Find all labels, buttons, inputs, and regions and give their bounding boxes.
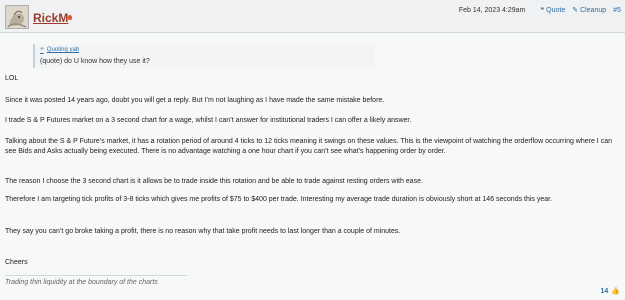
post-paragraph: They say you can’t go broke taking a pro… — [5, 228, 401, 235]
cleanup-label: Cleanup — [580, 6, 607, 14]
post-paragraph: Talking about the S & P Future’s market,… — [5, 138, 612, 155]
cleanup-icon: ✎ — [572, 7, 579, 14]
post-number-link[interactable]: #5 — [613, 7, 621, 14]
post-paragraph: Since it was posted 14 years ago, doubt … — [5, 97, 385, 104]
flame-icon — [68, 15, 72, 20]
username-link[interactable]: RickM — [33, 11, 68, 25]
post-paragraph: LOL — [5, 75, 19, 82]
thumbs-up-icon[interactable]: 👍 — [611, 287, 620, 295]
quote-label: Quote — [546, 6, 566, 14]
quote-block: ❝ Quoting yab (quote) do U know how they… — [33, 44, 375, 68]
post-header: RickM Feb 14, 2023 4:29am ❝ Quote ✎ Clea… — [0, 0, 625, 33]
quote-icon: ❝ — [540, 7, 545, 14]
cleanup-button[interactable]: ✎ Cleanup — [572, 6, 607, 15]
post-date: Feb 14, 2023 4:29am — [458, 6, 526, 14]
like-count-value: 14 — [600, 287, 609, 295]
quote-source-link[interactable]: ❝ Quoting yab — [40, 46, 79, 54]
quote-text: (quote) do U know how they use it? — [40, 58, 150, 65]
signature: Trading thin liquidity at the boundary o… — [5, 275, 187, 286]
post-paragraph: Cheers — [5, 259, 28, 266]
like-count[interactable]: 14 👍 — [600, 287, 620, 296]
post-paragraph: Therefore I am targeting tick profits of… — [5, 196, 553, 203]
post-paragraph: The reason I choose the 3 second chart i… — [5, 178, 423, 185]
quote-source: Quoting yab — [46, 47, 80, 53]
post-paragraph: I trade S & P Futures market on a 3 seco… — [5, 117, 412, 124]
quote-button[interactable]: ❝ Quote — [540, 6, 566, 15]
quote-marks-icon: ❝ — [40, 47, 44, 54]
avatar-image-icon — [6, 6, 28, 28]
avatar[interactable] — [5, 5, 29, 29]
post-meta: Feb 14, 2023 4:29am ❝ Quote ✎ Cleanup #5 — [458, 6, 621, 15]
